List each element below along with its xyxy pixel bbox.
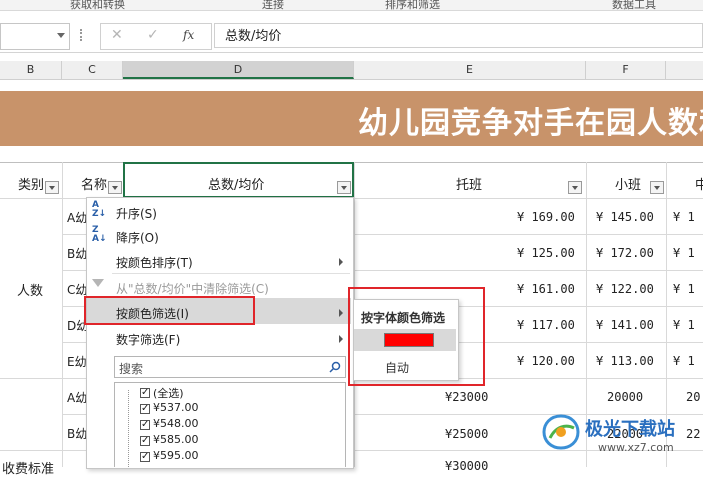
filter-search-input[interactable]: 搜索 [114,356,346,378]
search-icon[interactable] [329,361,341,373]
menu-clear-filter[interactable]: 从"总数/均价"中清除筛选(C) [116,280,269,297]
checkbox-value[interactable]: ✓ [140,452,150,462]
zhong-cell: ¥ 1 [673,318,695,332]
header-name: 名称 [81,178,108,193]
tuoban-cell: ¥25000 [445,427,489,441]
cancel-icon[interactable]: ✕ [111,27,123,43]
menu-sort-asc[interactable]: 升序(S) [116,205,157,222]
checklist-label: ¥548.00 [153,417,199,430]
chevron-right-icon [339,258,343,266]
highlight-box-submenu [348,287,485,386]
name-cell: A幼 [67,211,88,225]
ribbon-group-sort-filter: 排序和筛选 [385,0,440,11]
insert-function-icon[interactable]: fx [183,28,194,42]
tuoban-cell: ¥ 117.00 [517,318,575,332]
filter-dropdown-name[interactable] [108,181,122,194]
checkbox-select-all[interactable]: ✓ [140,388,150,398]
tuoban-cell: ¥23000 [445,390,489,404]
xiaoban-cell: ¥ 141.00 [596,318,654,332]
name-cell: B幼 [67,427,88,441]
filter-search-placeholder: 搜索 [119,362,144,376]
checklist-label: ¥537.00 [153,401,199,414]
tuoban-cell: ¥30000 [445,459,489,473]
checklist-label: (全选) [153,387,184,400]
name-cell: B幼 [67,247,88,261]
menu-divider [112,273,350,274]
ribbon-group-connections: 连接 [262,0,284,11]
ribbon-groups: 获取和转换 连接 排序和筛选 数据工具 [0,0,703,11]
zhong-cell: ¥ 1 [673,210,695,224]
chevron-right-icon [339,309,343,317]
watermark-logo-icon [542,414,580,450]
filter-dropdown-tuoban[interactable] [568,181,582,194]
ribbon-group-data-tools: 数据工具 [612,0,656,11]
name-cell: E幼 [67,355,87,369]
tuoban-cell: ¥ 120.00 [517,354,575,368]
column-header-d[interactable]: D [123,61,354,79]
name-cell: A幼 [67,391,88,405]
header-category: 类别 [18,178,45,193]
filter-dropdown-category[interactable] [45,181,59,194]
xiaoban-cell: ¥ 122.00 [596,282,654,296]
name-box[interactable] [0,23,70,50]
formula-input[interactable]: 总数/均价 [214,23,703,48]
filter-dropdown-total[interactable] [337,181,351,194]
xiaoban-cell: ¥ 172.00 [596,246,654,260]
column-header-b[interactable]: B [0,61,62,79]
menu-sort-desc[interactable]: 降序(O) [116,229,159,246]
tuoban-cell: ¥ 161.00 [517,282,575,296]
header-total: 总数/均价 [208,178,265,193]
row-label-fee: 收费标准 [2,462,55,477]
column-header-e[interactable]: E [354,61,586,79]
column-header-f[interactable]: F [586,61,666,79]
chevron-down-icon[interactable] [57,33,65,38]
formula-buttons: ✕ ✓ fx [100,23,212,50]
zhong-cell: ¥ 1 [673,282,695,296]
chevron-right-icon [339,335,343,343]
checkbox-value[interactable]: ✓ [140,436,150,446]
formula-bar-grip[interactable] [80,29,84,41]
menu-sort-by-color[interactable]: 按颜色排序(T) [116,254,193,271]
menu-number-filter[interactable]: 数字筛选(F) [116,331,180,348]
grid-line [62,162,63,467]
checkbox-value[interactable]: ✓ [140,404,150,414]
ribbon-group-get-transform: 获取和转换 [70,0,125,11]
checklist-label: ¥585.00 [153,433,199,446]
sort-ascending-icon: A Z↓ [92,200,107,219]
highlight-box-filter-color [84,296,255,325]
header-xiaoban: 小班 [615,178,642,193]
column-header-c[interactable]: C [62,61,123,79]
checkbox-value[interactable]: ✓ [140,420,150,430]
confirm-icon[interactable]: ✓ [147,27,159,43]
header-tuoban: 托班 [456,178,483,193]
sort-descending-icon: Z A↓ [92,225,107,244]
watermark-url: www.xz7.com [598,441,674,454]
zhong-cell: 22 [686,427,701,441]
row-label-count: 人数 [17,284,44,299]
filter-dropdown-xiaoban[interactable] [650,181,664,194]
watermark-name: 极光下载站 [585,419,675,440]
zhong-cell: ¥ 1 [673,246,695,260]
xiaoban-cell: 20000 [607,390,644,404]
checklist-label: ¥595.00 [153,449,199,462]
tree-line [128,390,130,467]
clear-filter-icon [92,279,104,289]
sheet-title: 幼儿园竞争对手在园人数和 [358,106,703,141]
tuoban-cell: ¥ 125.00 [517,246,575,260]
zhong-cell: ¥ 1 [673,354,695,368]
tuoban-cell: ¥ 169.00 [517,210,575,224]
xiaoban-cell: ¥ 113.00 [596,354,654,368]
zhong-cell: 20 [686,390,701,404]
header-zhong: 中 [695,178,703,193]
xiaoban-cell: ¥ 145.00 [596,210,654,224]
